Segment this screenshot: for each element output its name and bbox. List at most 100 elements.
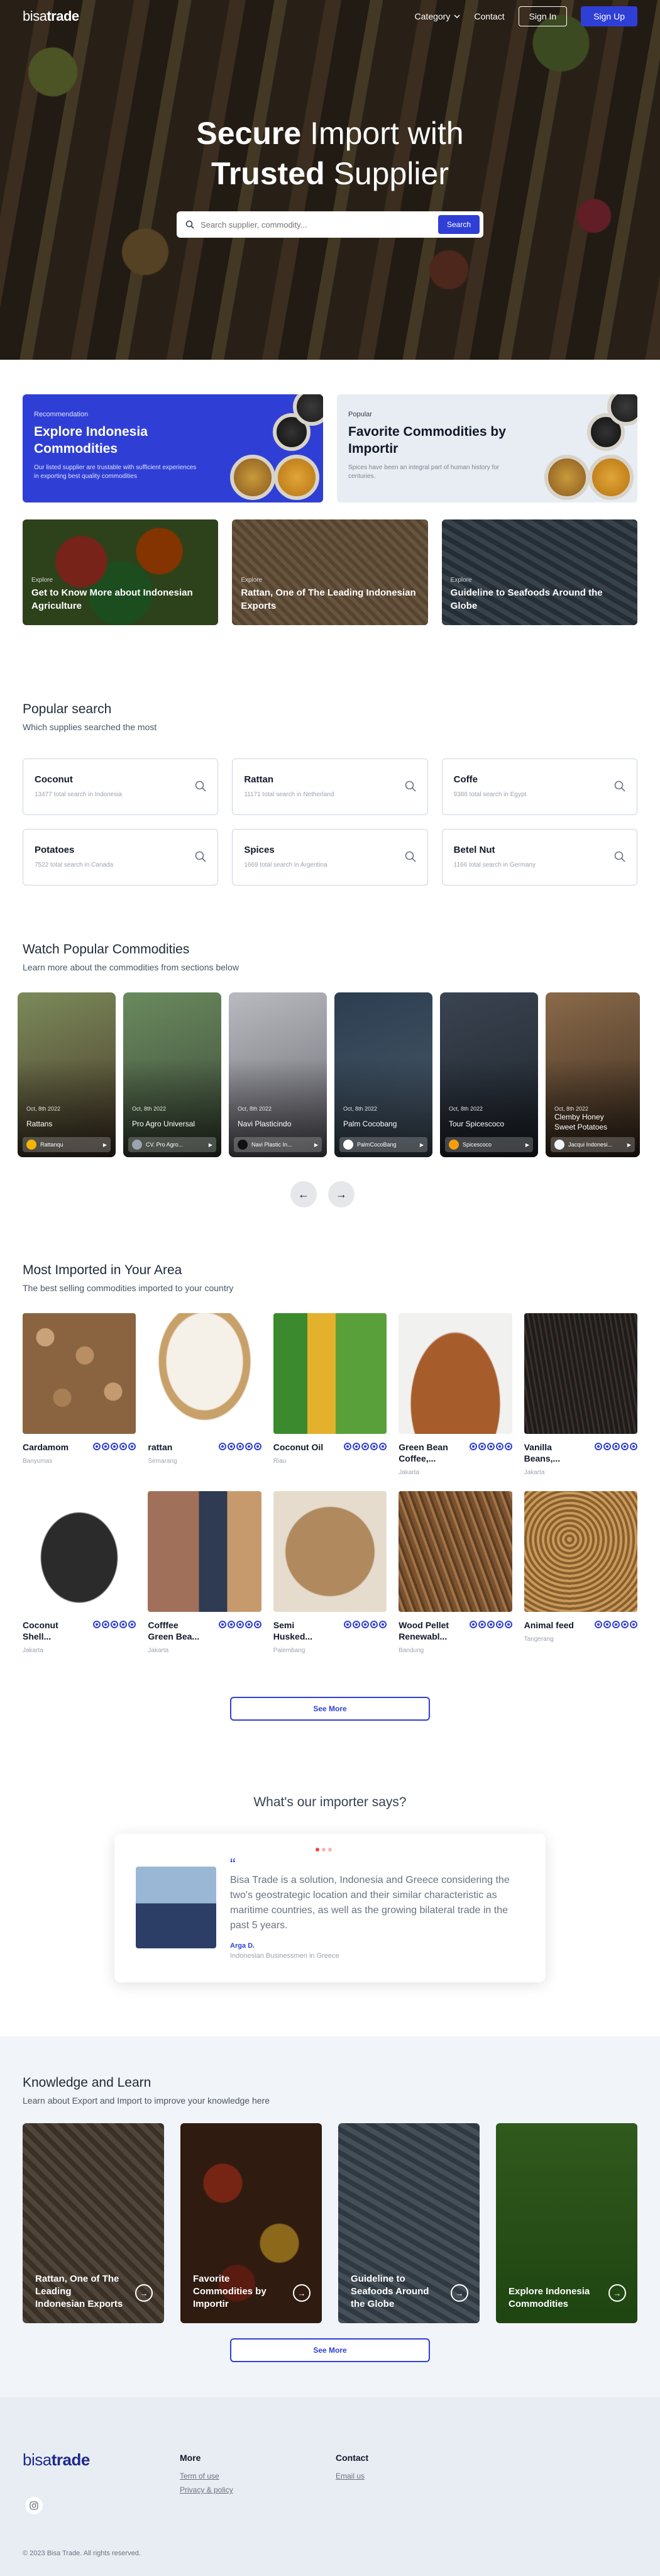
- sign-in-button[interactable]: Sign In: [518, 6, 568, 26]
- product-location: Banyumas: [23, 1458, 53, 1465]
- star-icon: [93, 1621, 101, 1628]
- testimonial-text: Bisa Trade is a solution, Indonesia and …: [230, 1875, 510, 1931]
- arrow-right-icon[interactable]: →: [135, 2284, 153, 2302]
- popular-search-card[interactable]: Coconut 13477 total search in Indonesia: [23, 758, 219, 815]
- video-user: PalmCocoBang: [357, 1141, 397, 1148]
- pagination-dot[interactable]: [322, 1848, 326, 1852]
- instagram-icon[interactable]: [25, 2497, 43, 2514]
- video-card[interactable]: Oct, 8th 2022 Palm Cocobang PalmCocoBang…: [334, 992, 432, 1157]
- product-image: [273, 1491, 387, 1612]
- star-icon: [236, 1443, 244, 1450]
- star-icon: [111, 1443, 119, 1450]
- star-icon: [218, 1443, 226, 1450]
- popular-meta: 1669 total search in Argentina: [244, 862, 327, 869]
- pagination-dot[interactable]: [316, 1848, 319, 1852]
- product-name: Coconut Shell...: [23, 1620, 58, 1641]
- nav-actions: Category Contact Sign In Sign Up: [415, 6, 637, 26]
- testimonial-name: Arga D.: [230, 1942, 255, 1950]
- product-card[interactable]: Wood Pellet Renewabl... Bandung: [399, 1491, 512, 1654]
- see-more-products-button[interactable]: See More: [230, 1697, 430, 1721]
- video-card[interactable]: Oct, 8th 2022 Navi Plasticindo Navi Plas…: [229, 992, 327, 1157]
- product-card[interactable]: Green Bean Coffee,... Jakarta: [399, 1313, 512, 1476]
- popular-name: Rattan: [244, 774, 273, 785]
- video-card[interactable]: Oct, 8th 2022 Clemby Honey Sweet Potatoe…: [546, 992, 640, 1157]
- product-location: Jakarta: [524, 1469, 545, 1476]
- chevron-down-icon: [454, 14, 460, 18]
- explore-card-agriculture[interactable]: Explore Get to Know More about Indonesia…: [23, 519, 219, 625]
- knowledge-card[interactable]: Rattan, One of The Leading Indonesian Ex…: [23, 2123, 164, 2323]
- product-card[interactable]: Cardamom Banyumas: [23, 1313, 136, 1476]
- contact-link[interactable]: Contact: [474, 11, 504, 21]
- star-icon: [102, 1443, 110, 1450]
- hero-title-rest-2: Supplier: [324, 156, 449, 191]
- popular-search-card[interactable]: Potatoes 7522 total search in Canada: [23, 829, 219, 886]
- explore-title: Get to Know More about Indonesian Agricu…: [31, 587, 193, 611]
- search-input[interactable]: [201, 219, 438, 230]
- video-card[interactable]: Oct, 8th 2022 Rattans Rattanqu ▶: [18, 992, 116, 1157]
- popular-search-card[interactable]: Rattan 11171 total search in Netherland: [232, 758, 428, 815]
- product-card[interactable]: Vanilla Beans,... Jakarta: [524, 1313, 637, 1476]
- product-card[interactable]: Animal feed Tangerang: [524, 1491, 637, 1654]
- video-card[interactable]: Oct, 8th 2022 Pro Agro Universal CV. Pro…: [123, 992, 221, 1157]
- knowledge-card[interactable]: Guideline to Seafoods Around the Globe →: [338, 2123, 480, 2323]
- product-image: [148, 1313, 261, 1434]
- avatar: [449, 1140, 459, 1150]
- explore-card-seafood[interactable]: Explore Guideline to Seafoods Around the…: [441, 519, 637, 625]
- explore-card-rattan[interactable]: Explore Rattan, One of The Leading Indon…: [232, 519, 428, 625]
- search-button[interactable]: Search: [437, 215, 480, 234]
- video-card[interactable]: Oct, 8th 2022 Tour Spicescoco Spicescoco…: [440, 992, 538, 1157]
- star-icon: [119, 1621, 128, 1628]
- product-card[interactable]: Coconut Oil Riau: [273, 1313, 387, 1476]
- knowledge-card[interactable]: Favorite Commodities by Importir →: [180, 2123, 322, 2323]
- product-card[interactable]: rattan Semarang: [148, 1313, 261, 1476]
- logo[interactable]: bisatrade: [23, 8, 79, 25]
- product-card[interactable]: Coconut Shell... Jakarta: [23, 1491, 136, 1654]
- video-title: Pro Agro Universal: [132, 1119, 195, 1128]
- rating-stars: [594, 1621, 637, 1628]
- star-icon: [612, 1443, 620, 1450]
- testimonial-card: “ Bisa Trade is a solution, Indonesia an…: [114, 1834, 546, 1982]
- star-icon: [629, 1443, 637, 1450]
- email-link[interactable]: Email us: [336, 2472, 368, 2480]
- pagination-dot[interactable]: [328, 1848, 332, 1852]
- product-card[interactable]: Semi Husked... Palembang: [273, 1491, 387, 1654]
- arrow-right-icon[interactable]: →: [451, 2284, 468, 2302]
- promo-card-popular[interactable]: Popular Favorite Commodities by Importir…: [337, 394, 637, 502]
- product-image: [23, 1491, 136, 1612]
- product-image: [23, 1313, 136, 1434]
- arrow-right-icon[interactable]: →: [293, 2284, 311, 2302]
- privacy-link[interactable]: Privacy & policy: [180, 2485, 233, 2494]
- popular-search-card[interactable]: Betel Nut 1166 total search in Germany: [441, 829, 637, 886]
- explore-label: Explore: [241, 577, 263, 584]
- hero-title-bold-1: Secure: [196, 116, 302, 151]
- knowledge-section: Knowledge and Learn Learn about Export a…: [0, 2036, 660, 2397]
- explore-label: Explore: [450, 577, 472, 584]
- video-footer: Jacqui Indonesi... ▶: [551, 1137, 635, 1152]
- popular-search-card[interactable]: Spices 1669 total search in Argentina: [232, 829, 428, 886]
- section-title: Popular search: [23, 702, 112, 716]
- arrow-right-icon[interactable]: →: [328, 1181, 355, 1208]
- video-title: Tour Spicescoco: [449, 1119, 505, 1128]
- see-more-knowledge-button[interactable]: See More: [230, 2338, 430, 2362]
- terms-link[interactable]: Term of use: [180, 2472, 233, 2480]
- category-menu[interactable]: Category: [415, 11, 461, 21]
- product-name: Vanilla Beans,...: [524, 1442, 561, 1463]
- product-card[interactable]: Cofffee Green Bea... Jakarta: [148, 1491, 261, 1654]
- promo-card-recommendation[interactable]: Recommendation Explore Indonesia Commodi…: [23, 394, 323, 502]
- knowledge-card[interactable]: Explore Indonesia Commodities →: [496, 2123, 637, 2323]
- rating-stars: [218, 1443, 261, 1450]
- star-icon: [379, 1621, 387, 1628]
- footer-heading: Contact: [336, 2453, 369, 2463]
- hero-content: Secure Import with Trusted Supplier Sear…: [0, 113, 660, 238]
- star-icon: [344, 1443, 352, 1450]
- knowledge-title: Rattan, One of The Leading Indonesian Ex…: [35, 2273, 123, 2309]
- promo-title: Explore Indonesia Commodities: [34, 425, 148, 456]
- sign-up-button[interactable]: Sign Up: [581, 6, 637, 26]
- arrow-left-icon[interactable]: ←: [290, 1181, 317, 1208]
- hero-title: Secure Import with Trusted Supplier: [0, 113, 660, 194]
- arrow-right-icon[interactable]: →: [608, 2284, 626, 2302]
- star-icon: [236, 1621, 244, 1628]
- popular-name: Potatoes: [35, 845, 75, 855]
- popular-search-card[interactable]: Coffe 9386 total search in Egypt: [441, 758, 637, 815]
- footer-logo[interactable]: bisatrade: [23, 2450, 90, 2470]
